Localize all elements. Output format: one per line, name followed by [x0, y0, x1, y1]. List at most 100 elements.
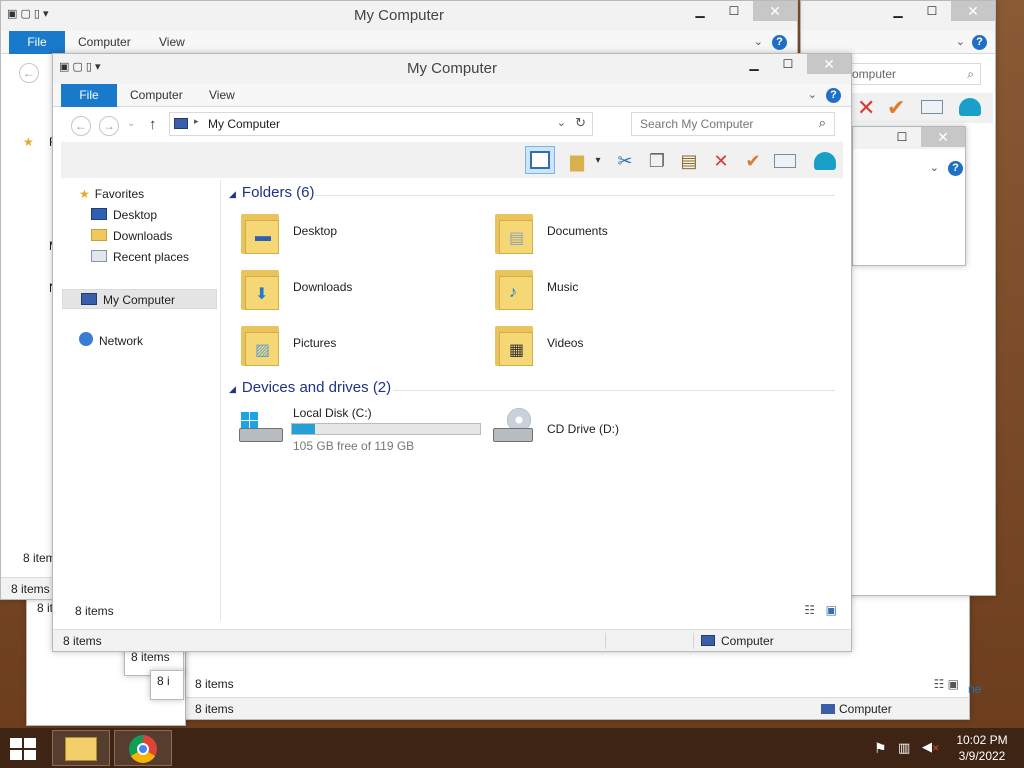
tab-file[interactable]: File — [9, 31, 65, 54]
folder-videos[interactable]: ▦ Videos — [487, 320, 727, 370]
nav-downloads[interactable]: Downloads — [91, 226, 172, 246]
taskbar: ⚑ ▥ ◀✕ 10:02 PM 3/9/2022 — [0, 728, 1024, 768]
folder-label: Downloads — [293, 280, 353, 294]
back-button[interactable]: ← — [71, 116, 91, 136]
forward-button[interactable]: → — [99, 116, 119, 136]
up-button[interactable]: ↑ — [149, 116, 157, 133]
delete-icon[interactable]: ✕ — [857, 95, 875, 121]
address-bar[interactable]: ▸ My Computer ⌄ ↻ — [169, 112, 593, 136]
folder-label: Pictures — [293, 336, 337, 350]
close-button[interactable]: ✕ — [951, 1, 995, 21]
folder-documents[interactable]: ▤ Documents — [487, 208, 727, 258]
folder-pictures[interactable]: ▨ Pictures — [233, 320, 473, 370]
explorer-window-back-3[interactable]: ☐ ✕ ⌄ ? — [852, 126, 966, 266]
cut-icon[interactable]: ✂ — [613, 149, 637, 173]
action-center-flag-icon[interactable]: ⚑ — [874, 740, 887, 757]
items-count: 8 items — [75, 604, 114, 618]
explorer-window-main[interactable]: ▣ ▢ ▯ ▾ My Computer ▁ ☐ ✕ File Computer … — [52, 53, 852, 652]
rename-icon[interactable]: ✔ — [741, 149, 765, 173]
delete-icon[interactable]: ✕ — [709, 149, 733, 173]
star-icon: ★ — [79, 187, 90, 201]
group-header-devices[interactable]: ◢ Devices and drives (2) — [229, 379, 391, 401]
properties-icon[interactable] — [921, 100, 943, 114]
minimize-button[interactable]: ▁ — [683, 1, 717, 21]
network-icon — [79, 332, 93, 346]
breadcrumb[interactable]: My Computer — [208, 117, 280, 131]
minimize-button[interactable]: ▁ — [881, 1, 915, 21]
tab-view[interactable]: View — [209, 84, 235, 107]
paste-icon[interactable]: ▤ — [677, 149, 701, 173]
nav-desktop[interactable]: Desktop — [91, 205, 157, 225]
tab-computer[interactable]: Computer — [130, 84, 183, 107]
start-button[interactable] — [10, 738, 38, 760]
chevron-down-icon[interactable]: ⌄ — [808, 88, 817, 101]
search-box-partial[interactable]: omputer ⌕ — [849, 63, 981, 85]
maximize-button[interactable]: ☐ — [771, 54, 805, 74]
drive-cd-d[interactable]: CD Drive (D:) — [487, 402, 727, 454]
properties-icon[interactable] — [773, 149, 797, 173]
breadcrumb-arrow-icon[interactable]: ▸ — [194, 116, 199, 127]
close-button[interactable]: ✕ — [807, 54, 851, 74]
maximize-button[interactable]: ☐ — [915, 1, 949, 21]
tab-file[interactable]: File — [61, 84, 117, 107]
help-icon[interactable]: ? — [772, 35, 787, 50]
details-view-icon[interactable]: ☷ — [804, 603, 815, 617]
clock-date[interactable]: 3/9/2022 — [952, 749, 1012, 763]
toolbar-partial: ✕ ✔ — [851, 93, 993, 123]
maximize-button[interactable]: ☐ — [885, 127, 919, 147]
search-icon[interactable]: ⌕ — [819, 115, 826, 131]
close-button[interactable]: ✕ — [921, 127, 965, 147]
chevron-down-icon[interactable]: ⌄ — [956, 35, 965, 48]
folder-downloads[interactable]: ⬇ Downloads — [233, 264, 473, 314]
status-location: Computer — [721, 634, 774, 648]
nav-network[interactable]: Network — [79, 331, 143, 351]
close-button[interactable]: ✕ — [753, 1, 797, 21]
view-icons[interactable]: ☷ ▣ — [934, 677, 959, 691]
disk-usage-bar — [291, 423, 481, 435]
chrome-taskbar-button[interactable] — [114, 730, 172, 766]
recent-locations-icon[interactable]: ⌄ — [127, 118, 135, 129]
refresh-icon[interactable]: ↻ — [575, 115, 586, 131]
back-button[interactable]: ← — [19, 63, 39, 83]
network-status-icon[interactable]: ▥ — [898, 740, 910, 756]
help-icon[interactable]: ? — [972, 35, 987, 50]
rename-icon[interactable]: ✔ — [887, 95, 905, 121]
chevron-down-icon[interactable]: ⌄ — [557, 116, 566, 129]
dropdown-icon[interactable]: ▾ — [591, 149, 605, 173]
computer-icon — [701, 635, 715, 646]
volume-muted-icon[interactable]: ◀✕ — [922, 739, 940, 755]
copy-icon[interactable]: ❐ — [645, 149, 669, 173]
nav-my-computer[interactable]: My Computer — [62, 289, 217, 309]
explorer-window-stack-3[interactable]: 8 i — [150, 670, 184, 700]
file-explorer-taskbar-button[interactable] — [52, 730, 110, 766]
chevron-down-icon[interactable]: ⌄ — [930, 161, 939, 174]
clock-time[interactable]: 10:02 PM — [952, 733, 1012, 747]
shell-icon[interactable] — [959, 98, 981, 116]
maximize-button[interactable]: ☐ — [717, 1, 751, 21]
group-divider — [393, 390, 835, 391]
folder-music[interactable]: ♪ Music — [487, 264, 727, 314]
chevron-down-icon[interactable]: ⌄ — [754, 35, 763, 48]
folder-desktop[interactable]: ▬ Desktop — [233, 208, 473, 258]
drive-local-disk-c[interactable]: Local Disk (C:) 105 GB free of 119 GB — [233, 402, 481, 454]
group-header-folders[interactable]: ◢ Folders (6) — [229, 184, 314, 206]
preview-pane-icon[interactable] — [525, 146, 555, 174]
minimize-button[interactable]: ▁ — [737, 54, 771, 74]
tab-view[interactable]: View — [159, 31, 185, 54]
hard-drive-icon — [239, 412, 283, 442]
computer-icon — [174, 118, 188, 129]
file-explorer-icon — [65, 737, 97, 761]
search-input[interactable]: Search My Computer ⌕ — [631, 112, 835, 136]
help-icon[interactable]: ? — [948, 161, 963, 176]
folder-options-icon[interactable]: ▆ — [565, 149, 589, 173]
help-icon[interactable]: ? — [826, 88, 841, 103]
computer-icon — [821, 704, 835, 714]
folder-label: Desktop — [293, 224, 338, 238]
large-icons-view-icon[interactable]: ▣ — [826, 603, 837, 617]
nav-favorites[interactable]: ★ Favorites — [79, 184, 144, 204]
nav-recent-places[interactable]: Recent places — [91, 247, 189, 267]
tab-computer[interactable]: Computer — [78, 31, 131, 54]
folder-label: Videos — [547, 336, 584, 350]
folder-downloads-icon: ⬇ — [241, 266, 279, 310]
shell-icon[interactable] — [813, 149, 837, 173]
